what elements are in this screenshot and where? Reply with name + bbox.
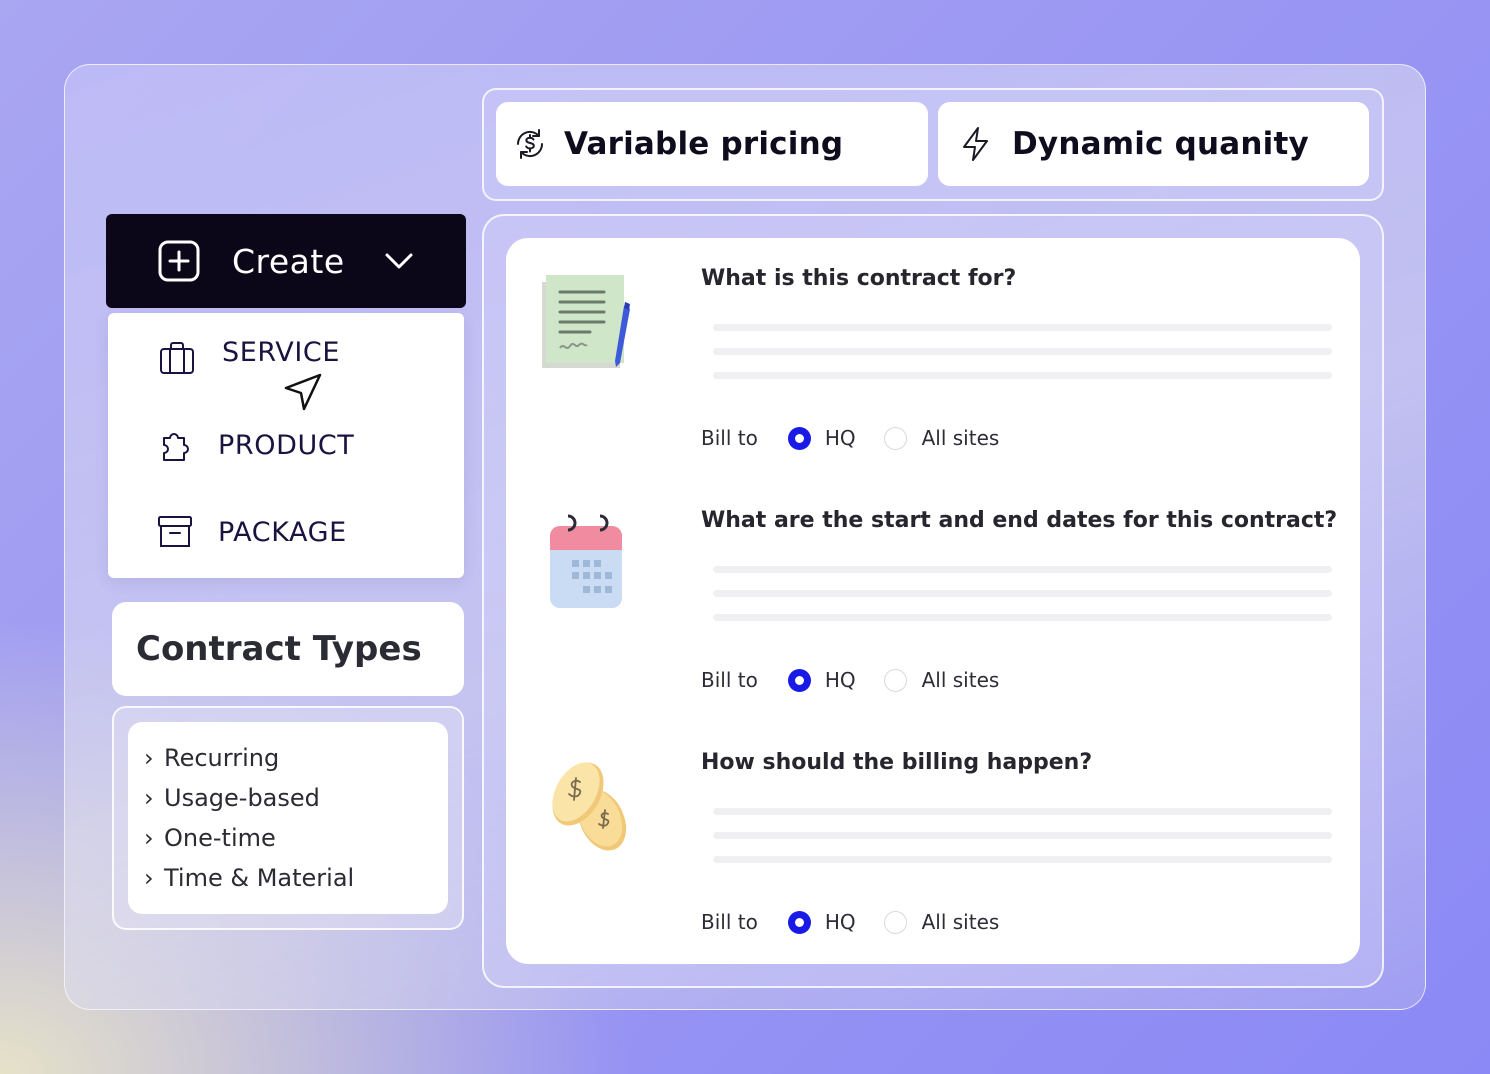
answer-placeholder-line[interactable] <box>713 566 1332 573</box>
archive-box-icon <box>158 516 192 547</box>
briefcase-icon <box>160 342 194 374</box>
chevron-right-icon: › <box>144 864 154 892</box>
dynamic-quantity-label: Dynamic quanity <box>1012 126 1309 162</box>
lightning-icon <box>963 127 988 161</box>
radio-hq-label: HQ <box>824 668 856 692</box>
contract-type-item[interactable]: › Usage-based <box>128 780 448 820</box>
answer-placeholder-line[interactable] <box>713 324 1332 331</box>
menu-item-package-label: PACKAGE <box>218 516 347 548</box>
create-dropdown-menu: SERVICE PRODUCT PACKAGE <box>108 313 464 578</box>
bill-to-label: Bill to <box>701 668 758 692</box>
chevron-right-icon: › <box>144 824 154 852</box>
radio-hq-label: HQ <box>824 910 856 934</box>
answer-placeholder-line[interactable] <box>713 590 1332 597</box>
radio-all-sites-label: All sites <box>921 910 1000 934</box>
chevron-down-icon[interactable] <box>383 245 415 277</box>
radio-all-sites[interactable] <box>883 426 907 450</box>
dynamic-quantity-pill[interactable]: Dynamic quanity <box>938 102 1369 186</box>
answer-placeholder-line[interactable] <box>713 614 1332 621</box>
chevron-right-icon: › <box>144 784 154 812</box>
contract-types-header: Contract Types <box>112 602 464 696</box>
answer-placeholder-line[interactable] <box>713 832 1332 839</box>
question-title: How should the billing happen? <box>701 750 1093 775</box>
cursor-arrow-icon <box>284 373 322 411</box>
answer-placeholder-line[interactable] <box>713 372 1332 379</box>
puzzle-icon <box>163 433 189 461</box>
contract-type-item[interactable]: › One-time <box>128 820 448 860</box>
plus-square-icon <box>158 240 200 282</box>
bill-to-label: Bill to <box>701 426 758 450</box>
coins-icon <box>552 762 627 851</box>
bill-to-row: Bill to HQ All sites <box>701 910 999 934</box>
radio-all-sites-label: All sites <box>921 668 1000 692</box>
chevron-right-icon: › <box>144 744 154 772</box>
menu-item-product[interactable]: PRODUCT <box>156 426 354 464</box>
contract-type-item[interactable]: › Time & Material <box>128 860 448 900</box>
create-label: Create <box>232 241 345 281</box>
variable-pricing-pill[interactable]: Variable pricing <box>496 102 928 186</box>
variable-pricing-label: Variable pricing <box>564 126 844 162</box>
calendar-icon <box>550 514 622 608</box>
contract-types-list: › Recurring › Usage-based › One-time › Time … <box>128 722 448 914</box>
radio-hq-selected[interactable] <box>787 910 811 934</box>
bill-to-row: Bill to HQ All sites <box>701 668 999 692</box>
contract-types-title: Contract Types <box>136 629 422 669</box>
answer-placeholder-line[interactable] <box>713 348 1332 355</box>
contract-type-item[interactable]: › Recurring <box>128 740 448 780</box>
menu-item-package[interactable]: PACKAGE <box>156 513 347 551</box>
radio-hq-selected[interactable] <box>787 426 811 450</box>
create-button[interactable]: Create <box>106 214 466 308</box>
question-title: What is this contract for? <box>701 266 1017 291</box>
contract-document-icon <box>542 275 630 368</box>
radio-hq-selected[interactable] <box>787 668 811 692</box>
radio-all-sites[interactable] <box>883 910 907 934</box>
question-title: What are the start and end dates for thi… <box>701 508 1338 533</box>
radio-hq-label: HQ <box>824 426 856 450</box>
answer-placeholder-line[interactable] <box>713 856 1332 863</box>
menu-item-service-label: SERVICE <box>222 336 341 368</box>
bill-to-row: Bill to HQ All sites <box>701 426 999 450</box>
menu-item-product-label: PRODUCT <box>218 429 355 461</box>
radio-all-sites-label: All sites <box>921 426 1000 450</box>
bill-to-label: Bill to <box>701 910 758 934</box>
dollar-refresh-icon <box>516 129 544 159</box>
answer-placeholder-line[interactable] <box>713 808 1332 815</box>
radio-all-sites[interactable] <box>883 668 907 692</box>
